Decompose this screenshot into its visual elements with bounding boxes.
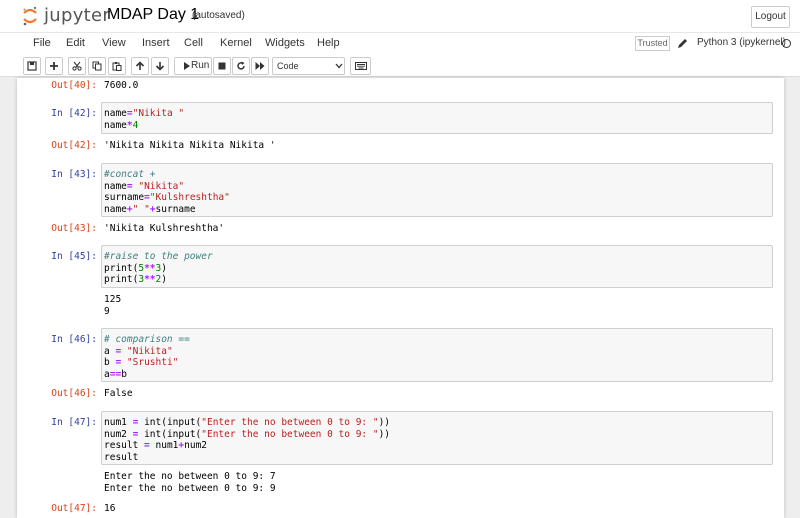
- cell-stdout: 125 9: [104, 294, 122, 317]
- code-text: num1 = int(input("Enter the no between 0…: [104, 417, 391, 463]
- output-prompt: Out[47]:: [51, 503, 97, 514]
- code-editor[interactable]: #concat + name= "Nikita" surname="Kulshr…: [104, 169, 230, 215]
- paste-button[interactable]: [108, 57, 126, 75]
- code-text: #raise to the power print(5**3) print(3*…: [104, 251, 213, 285]
- play-icon: [184, 62, 190, 70]
- input-prompt: In [47]:: [51, 417, 97, 428]
- input-prompt: In [46]:: [51, 334, 97, 345]
- menu-insert[interactable]: Insert: [142, 37, 170, 49]
- arrow-down-icon: [155, 62, 165, 71]
- move-down-button[interactable]: [151, 57, 169, 75]
- output-prompt: Out[40]:: [51, 80, 97, 91]
- menu-widgets[interactable]: Widgets: [265, 37, 305, 49]
- menu-file[interactable]: File: [33, 37, 51, 49]
- save-button[interactable]: [23, 57, 41, 75]
- input-prompt: In [45]:: [51, 251, 97, 262]
- menu-edit[interactable]: Edit: [66, 37, 85, 49]
- output-prompt: Out[43]:: [51, 223, 97, 234]
- code-text: #concat + name= "Nikita" surname="Kulshr…: [104, 169, 230, 215]
- pencil-icon[interactable]: [676, 36, 688, 50]
- code-cell-input[interactable]: num1 = int(input("Enter the no between 0…: [101, 411, 773, 465]
- interrupt-kernel-button[interactable]: [213, 57, 231, 75]
- copy-button[interactable]: [88, 57, 106, 75]
- chevron-down-icon: [335, 63, 343, 69]
- jupyter-logo-icon: [23, 6, 37, 26]
- notebook-page: Out[40]: 7600.0 In [42]: name="Nikita " …: [17, 78, 784, 518]
- arrow-up-icon: [135, 61, 145, 70]
- jupyter-logo-text: jupyter: [44, 5, 111, 26]
- cell-type-value: Code: [277, 61, 299, 71]
- code-cell-input[interactable]: # comparison == a = "Nikita" b = "Srusht…: [101, 328, 773, 382]
- code-cell-input[interactable]: #concat + name= "Nikita" surname="Kulshr…: [101, 163, 773, 217]
- output-prompt: Out[46]:: [51, 388, 97, 399]
- autosave-status: (autosaved): [192, 10, 245, 21]
- menu-kernel[interactable]: Kernel: [220, 37, 252, 49]
- cell-output: 16: [104, 503, 116, 514]
- cell-output: False: [104, 388, 133, 399]
- insert-cell-button[interactable]: [45, 57, 63, 75]
- cell-stdout: Enter the no between 0 to 9: 7 Enter the…: [104, 471, 276, 494]
- save-icon: [27, 61, 37, 71]
- trusted-indicator[interactable]: Trusted: [635, 36, 670, 51]
- menu-bar: File Edit View Insert Cell Kernel Widget…: [0, 33, 800, 55]
- copy-icon: [92, 61, 102, 71]
- output-prompt: Out[42]:: [51, 140, 97, 151]
- code-text: name="Nikita " name*4: [104, 108, 185, 131]
- scissors-icon: [72, 61, 82, 71]
- menu-help[interactable]: Help: [317, 37, 340, 49]
- cell-output: 'Nikita Nikita Nikita Nikita ': [104, 140, 276, 151]
- code-cell-input[interactable]: name="Nikita " name*4: [101, 102, 773, 134]
- cut-button[interactable]: [68, 57, 86, 75]
- code-text: # comparison == a = "Nikita" b = "Srusht…: [104, 334, 190, 380]
- notebook-header: jupyter MDAP Day 1 (autosaved) Logout: [0, 0, 800, 33]
- run-button[interactable]: Run: [174, 57, 212, 75]
- fast-forward-icon: [255, 62, 265, 70]
- command-palette-button[interactable]: [350, 57, 371, 75]
- cell-type-select[interactable]: Code: [272, 57, 345, 75]
- run-button-label: Run: [191, 60, 210, 71]
- notebook-container[interactable]: Out[40]: 7600.0 In [42]: name="Nikita " …: [0, 78, 800, 518]
- code-editor[interactable]: num1 = int(input("Enter the no between 0…: [104, 417, 390, 463]
- keyboard-icon: [354, 62, 367, 70]
- input-prompt: In [42]:: [51, 108, 97, 119]
- input-prompt: In [43]:: [51, 169, 97, 180]
- kernel-name[interactable]: Python 3 (ipykernel): [697, 37, 786, 48]
- move-up-button[interactable]: [131, 57, 149, 75]
- code-editor[interactable]: #raise to the power print(5**3) print(3*…: [104, 251, 213, 286]
- code-editor[interactable]: # comparison == a = "Nikita" b = "Srusht…: [104, 334, 190, 380]
- code-editor[interactable]: name="Nikita " name*4: [104, 108, 184, 131]
- logout-button[interactable]: Logout: [751, 6, 790, 28]
- kernel-idle-indicator: [782, 39, 791, 48]
- restart-run-all-button[interactable]: [251, 57, 269, 75]
- stop-icon: [218, 62, 226, 70]
- paste-icon: [112, 62, 122, 71]
- menu-view[interactable]: View: [102, 37, 126, 49]
- restart-kernel-button[interactable]: [232, 57, 250, 75]
- cell-output: 7600.0: [104, 80, 139, 91]
- restart-icon: [237, 61, 245, 70]
- toolbar: Run Code: [0, 55, 800, 77]
- jupyter-logo[interactable]: jupyter: [22, 5, 110, 27]
- cell-output: 'Nikita Kulshreshtha': [104, 223, 225, 234]
- notebook-title[interactable]: MDAP Day 1: [107, 6, 199, 24]
- menu-cell[interactable]: Cell: [184, 37, 203, 49]
- plus-icon: [50, 62, 58, 70]
- code-cell-input[interactable]: #raise to the power print(5**3) print(3*…: [101, 245, 773, 288]
